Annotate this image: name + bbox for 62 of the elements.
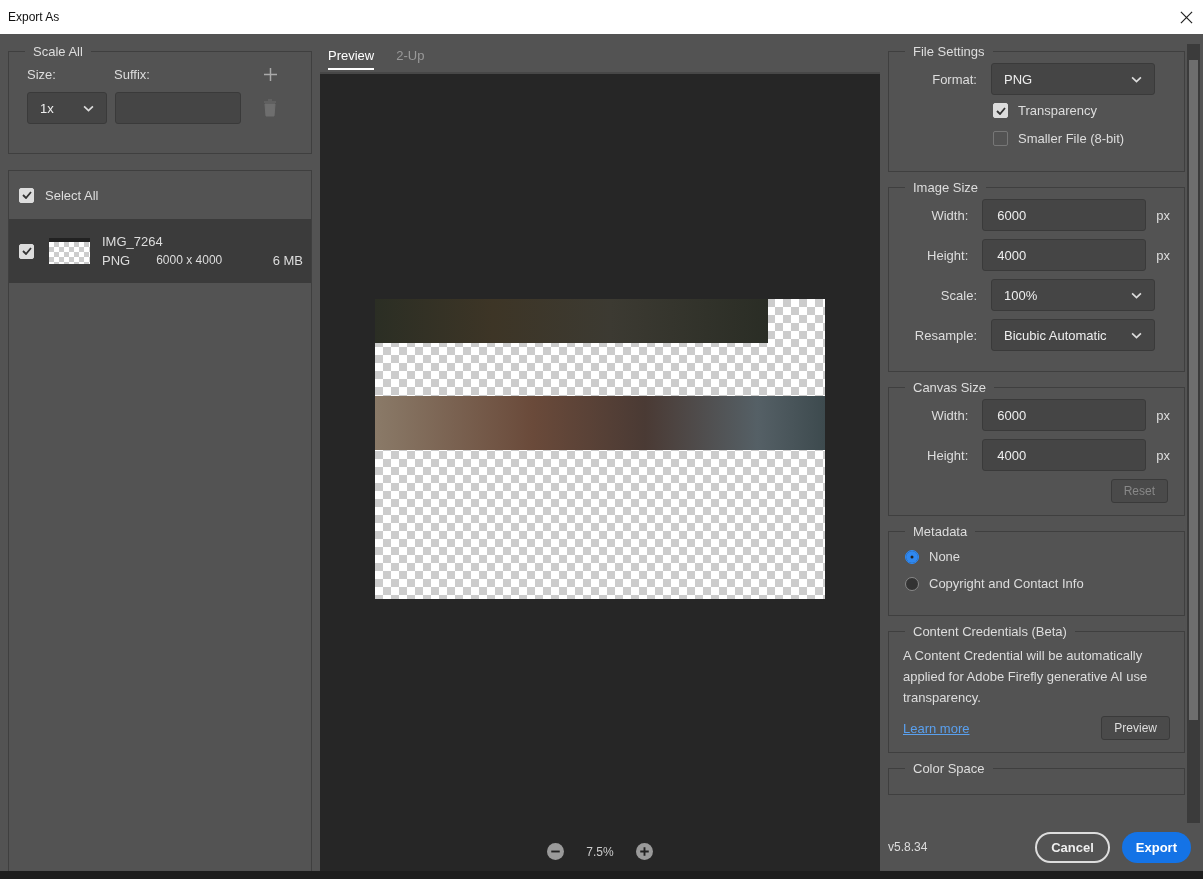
chevron-icon (1131, 291, 1142, 299)
chevron-icon (1131, 75, 1142, 83)
file-format: PNG (102, 253, 131, 268)
select-all-label: Select All (45, 187, 99, 203)
field-label: Resample: (913, 327, 977, 343)
file-size: 6 MB (272, 253, 303, 268)
option-checkbox[interactable] (993, 131, 1008, 146)
section-title: Image Size (912, 180, 980, 195)
select-all-checkbox[interactable] (19, 187, 34, 203)
unit-label: px (1156, 407, 1170, 423)
chevron-icon (1131, 331, 1142, 339)
field-label: Height: (926, 447, 969, 463)
format-label: Format: (931, 71, 977, 87)
preview-button[interactable]: Preview (1101, 716, 1170, 740)
dropdown[interactable]: 100% (991, 279, 1155, 311)
radio-button[interactable] (905, 549, 919, 564)
close-icon[interactable] (1180, 10, 1193, 24)
radio-button[interactable] (905, 576, 919, 591)
input-field[interactable]: 4000 (982, 239, 1147, 271)
input-field[interactable]: 4000 (982, 439, 1147, 471)
zoom-in-icon[interactable] (635, 843, 653, 860)
file-name: IMG_7264 (102, 234, 164, 249)
option-label: Smaller File (8-bit) (1018, 131, 1125, 146)
section-title: Content Credentials (Beta) (912, 624, 1068, 639)
section-title: Scale All (32, 44, 84, 59)
dropdown[interactable]: Bicubic Automatic (991, 319, 1155, 351)
unit-label: px (1156, 207, 1170, 223)
version-label: v5.8.34 (888, 840, 928, 854)
field-label: Height: (926, 247, 969, 263)
field-label: Width: (930, 207, 969, 223)
window-title: Export As (8, 10, 60, 24)
zoom-out-icon[interactable] (547, 843, 565, 860)
input-field[interactable]: 6000 (982, 399, 1147, 431)
suffix-label: Suffix: (114, 67, 150, 82)
option-label: Transparency (1018, 103, 1097, 118)
size-dropdown[interactable]: 1x (27, 92, 107, 124)
unit-label: px (1156, 247, 1170, 263)
field-label: Scale: (939, 287, 977, 303)
chevron-icon (83, 104, 94, 112)
description-text: A Content Credential will be automatically applied for Adobe Firefly generative AI use transparency. (903, 647, 1149, 707)
radio-label: None (929, 549, 961, 564)
section-title: Canvas Size (912, 380, 987, 395)
section-title: Color Space (912, 761, 986, 776)
format-dropdown[interactable]: PNG (991, 63, 1155, 95)
section-title: File Settings (912, 44, 986, 59)
field-label: Width: (930, 407, 969, 423)
input-field[interactable]: 6000 (982, 199, 1147, 231)
cancel-button[interactable]: Cancel (1035, 831, 1110, 863)
unit-label: px (1156, 447, 1170, 463)
file-row[interactable]: IMG_7264 PNG 6000 x 4000 6 MB (9, 219, 311, 283)
section-title: Metadata (912, 524, 969, 539)
scrollbar[interactable] (1187, 44, 1200, 823)
zoom-level: 7.5% (586, 844, 614, 859)
radio-label: Copyright and Contact Info (929, 576, 1084, 591)
file-dimensions: 6000 x 4000 (156, 253, 223, 268)
suffix-field[interactable] (115, 92, 241, 124)
size-label: Size: (27, 67, 57, 82)
export-button[interactable]: Export (1121, 831, 1191, 863)
add-icon[interactable] (264, 68, 277, 81)
file-checkbox[interactable] (19, 243, 34, 259)
preview-tab[interactable]: Preview (328, 44, 375, 70)
thumbnail-placeholder (49, 238, 90, 264)
